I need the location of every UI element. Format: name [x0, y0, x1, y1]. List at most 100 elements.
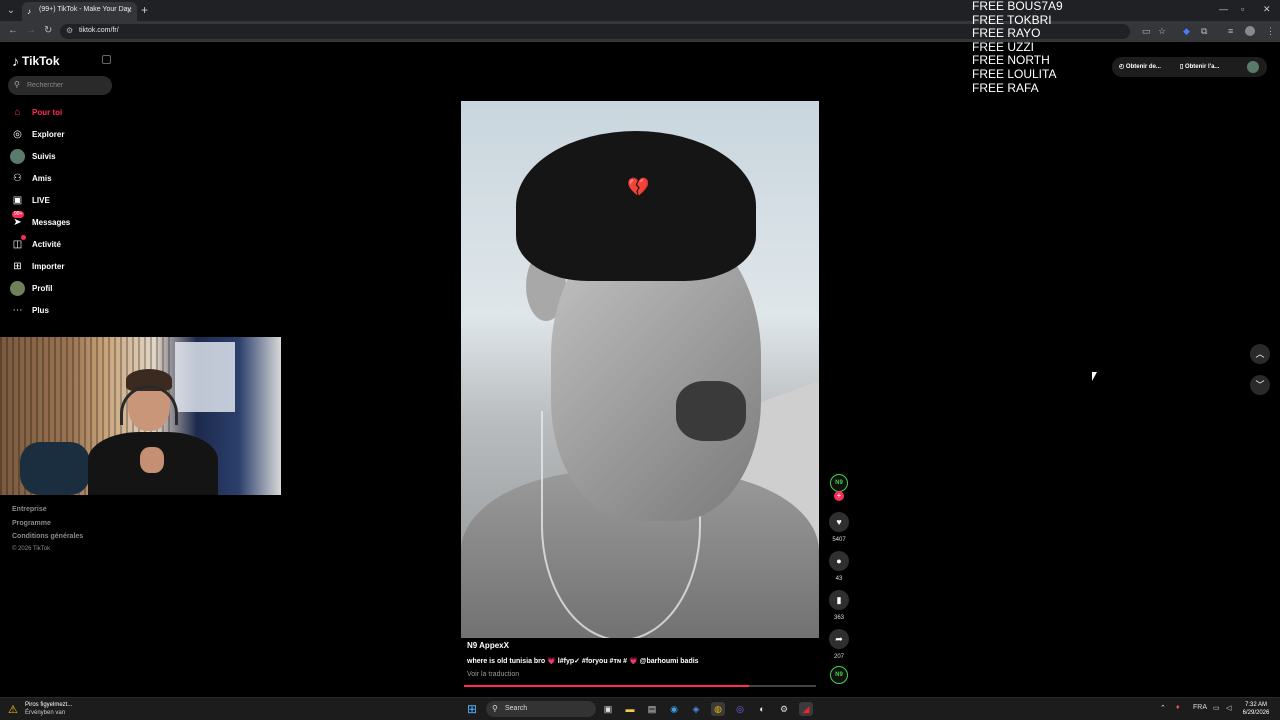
sidebar-item-amis[interactable]: ⚇ Amis: [10, 170, 52, 186]
input-language[interactable]: FRA: [1193, 704, 1207, 711]
sidebar-item-pour-toi[interactable]: ⌂ Pour toi: [10, 104, 62, 120]
install-app-icon[interactable]: ▭: [1142, 26, 1151, 37]
friends-icon: ⚇: [13, 172, 22, 184]
sidebar-item-live[interactable]: ▣ LIVE: [10, 192, 50, 208]
next-video-button[interactable]: ﹀: [1250, 375, 1270, 395]
get-desktop-app-button[interactable]: ◴ Obtenir de...: [1119, 63, 1161, 70]
sidebar-item-profil[interactable]: Profil: [10, 280, 52, 296]
overlay-line: FREE RAFA: [972, 80, 1039, 95]
video-player[interactable]: 💔: [461, 101, 819, 638]
weather-alert-subtitle: Érvényben van: [25, 710, 66, 716]
share-icon: ➦: [835, 634, 843, 644]
mouse-cursor-icon: [1092, 372, 1097, 381]
site-info-icon[interactable]: ⚙: [66, 26, 73, 35]
media-controls-icon[interactable]: ≡: [1228, 26, 1233, 36]
get-mobile-app-button[interactable]: ▯ Obtenir l'a...: [1180, 63, 1219, 70]
previous-video-button[interactable]: ︿: [1250, 344, 1270, 364]
forward-icon[interactable]: →: [26, 25, 36, 36]
follow-plus-icon[interactable]: +: [834, 491, 844, 501]
sidebar-item-suivis[interactable]: Suivis: [10, 148, 56, 164]
sidebar-item-importer[interactable]: ⊞ Importer: [10, 258, 64, 274]
browser-menu-icon[interactable]: ⋮: [1266, 26, 1275, 37]
windows-start-icon[interactable]: ⊞: [467, 703, 477, 715]
taskbar-search-icon: ⚲: [492, 704, 498, 713]
microphone-icon[interactable]: ♦: [1176, 704, 1180, 711]
network-icon[interactable]: ▭: [1213, 704, 1220, 712]
tiktok-logo[interactable]: ♪ TikTok: [12, 53, 60, 69]
sidebar-item-activite[interactable]: ◫ Activité: [10, 234, 61, 252]
tiktok-note-icon: ♪: [12, 53, 19, 69]
chrome-icon[interactable]: ◍: [711, 702, 725, 716]
tab-search-icon[interactable]: ⌄: [4, 4, 18, 18]
comment-button[interactable]: ●: [829, 551, 849, 571]
video-progress-bar[interactable]: [464, 685, 816, 687]
get-app-bar: ◴ Obtenir de... ▯ Obtenir l'a...: [1112, 57, 1267, 77]
compass-icon: ◎: [13, 128, 22, 140]
user-avatar[interactable]: [1247, 61, 1259, 73]
footer-link-programme[interactable]: Programme: [12, 517, 83, 531]
sidebar-item-label: LIVE: [32, 195, 50, 205]
taskbar-search[interactable]: ⚲ Search: [486, 701, 596, 717]
share-button[interactable]: ➦: [829, 629, 849, 649]
profile-avatar[interactable]: [1245, 26, 1255, 36]
clock-time: 7:32 AM: [1244, 702, 1267, 708]
volume-icon[interactable]: ◁: [1226, 704, 1231, 712]
sidebar-item-label: Suivis: [32, 151, 56, 161]
sidebar-item-explorer[interactable]: ◎ Explorer: [10, 126, 64, 142]
sidebar-item-messages[interactable]: ➤ 99+ Messages: [10, 210, 71, 230]
video-author[interactable]: N9 AppexX: [467, 641, 509, 650]
bookmark-button[interactable]: ▮: [829, 590, 849, 610]
sidebar-footer: Entreprise Programme Conditions générale…: [12, 503, 83, 554]
edge-icon[interactable]: ◉: [667, 702, 681, 716]
tiktok-favicon-icon: ♪: [27, 7, 31, 16]
sidebar-item-label: Messages: [32, 217, 71, 227]
windows-taskbar: ⚠ Piros figyelmezt... Érvényben van ⊞ ⚲ …: [0, 697, 1280, 720]
profile-avatar-icon: [10, 280, 25, 296]
get-mobile-app-label: Obtenir l'a...: [1184, 64, 1220, 70]
extensions-puzzle-icon[interactable]: ⧉: [1201, 26, 1207, 37]
address-bar[interactable]: ⚙ tiktok.com/fr/: [60, 24, 1130, 39]
tray-chevron-up-icon[interactable]: ⌃: [1160, 704, 1166, 712]
logo-text: TikTok: [22, 54, 60, 68]
streaming-app-icon[interactable]: ◢: [799, 702, 813, 716]
file-explorer-icon[interactable]: ▬: [623, 702, 637, 716]
footer-link-entreprise[interactable]: Entreprise: [12, 503, 83, 517]
taskbar-search-label: Search: [505, 705, 528, 712]
browser-tab-tiktok[interactable]: ♪ (99+) TikTok - Make Your Day ×: [22, 2, 137, 21]
search-input[interactable]: [27, 79, 107, 92]
task-view-icon[interactable]: ▣: [601, 702, 615, 716]
creator-avatar[interactable]: N9: [830, 474, 848, 492]
search-box[interactable]: ⚲: [8, 76, 112, 95]
comment-icon: ●: [836, 556, 842, 566]
app-icon[interactable]: ◐: [755, 702, 769, 716]
sidebar-item-label: Importer: [32, 261, 65, 271]
footer-link-conditions[interactable]: Conditions générales: [12, 530, 83, 544]
tab-close-icon[interactable]: ×: [127, 5, 132, 15]
chevron-up-icon: ︿: [1255, 349, 1265, 359]
messages-badge: 99+: [12, 210, 25, 218]
discord-icon[interactable]: ◎: [733, 702, 747, 716]
outlook-icon[interactable]: ◈: [689, 702, 703, 716]
minimize-icon[interactable]: —: [1219, 4, 1228, 14]
new-tab-button[interactable]: +: [141, 3, 148, 17]
see-translation-link[interactable]: Voir la traduction: [467, 671, 519, 678]
address-url[interactable]: tiktok.com/fr/: [79, 27, 119, 34]
back-icon[interactable]: ←: [8, 25, 18, 36]
music-disc-icon[interactable]: N9: [830, 666, 848, 684]
window-light: [175, 342, 235, 412]
store-icon[interactable]: ▤: [645, 702, 659, 716]
taskbar-clock[interactable]: 7:32 AM 6/29/2026: [1234, 701, 1278, 717]
bookmark-star-icon[interactable]: ☆: [1158, 26, 1166, 37]
window-close-icon[interactable]: ✕: [1263, 4, 1271, 15]
settings-icon[interactable]: ⚙: [777, 702, 791, 716]
collapse-sidebar-icon[interactable]: [102, 55, 111, 64]
like-button[interactable]: ♥: [829, 512, 849, 532]
sidebar-item-plus[interactable]: ⋯ Plus: [10, 302, 49, 318]
sidebar-item-label: Activité: [32, 239, 61, 249]
maximize-icon[interactable]: ▫: [1241, 4, 1244, 14]
overlay-line: FREE TOKBRI: [972, 12, 1052, 27]
reload-icon[interactable]: ↻: [44, 25, 52, 36]
streamer-hand: [140, 447, 164, 473]
extension-icon[interactable]: ◆: [1183, 26, 1190, 37]
overlay-line: FREE UZZI: [972, 39, 1034, 54]
